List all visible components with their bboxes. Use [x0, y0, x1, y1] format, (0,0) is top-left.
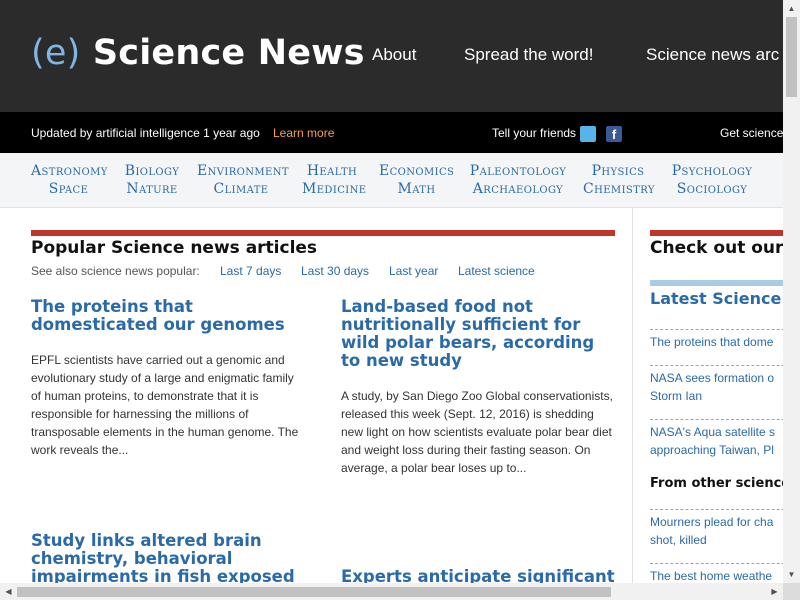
category-bottom: Chemistry	[583, 181, 655, 197]
see-also-last-30-days[interactable]: Last 30 days	[301, 264, 369, 278]
category-biology-nature[interactable]: Biology Nature	[122, 162, 182, 198]
horizontal-scroll-thumb[interactable]	[17, 587, 611, 597]
article-title[interactable]: Study links altered brain chemistry, beh…	[31, 532, 311, 584]
category-bottom: Nature	[126, 181, 178, 197]
twitter-icon[interactable]	[580, 126, 596, 142]
category-bottom: Space	[48, 181, 89, 197]
category-physics-chemistry[interactable]: Physics Chemistry	[583, 162, 655, 198]
nav-science-news-archive[interactable]: Science news arc	[646, 45, 779, 65]
scrollbar-corner	[783, 583, 800, 600]
sidebar-link[interactable]: NASA's Aqua satellite s approaching Taiw…	[650, 419, 783, 459]
page-viewport: (e) Science News About Spread the word! …	[0, 0, 783, 583]
category-bottom: Medicine	[302, 181, 367, 197]
see-also-last-year[interactable]: Last year	[389, 264, 438, 278]
category-bottom: Climate	[213, 181, 269, 197]
category-health-medicine[interactable]: Health Medicine	[302, 162, 367, 198]
sidebar-title: Check out our ne	[650, 238, 783, 258]
sidebar-blue-bar	[650, 280, 783, 286]
category-bottom: Math	[397, 181, 436, 197]
category-top: Environment	[197, 163, 289, 179]
facebook-icon[interactable]: f	[606, 126, 622, 142]
popular-articles-title: Popular Science news articles	[31, 238, 318, 258]
category-top: Physics	[591, 163, 645, 179]
sidebar-link[interactable]: The proteins that dome	[650, 329, 783, 351]
category-economics-math[interactable]: Economics Math	[379, 162, 454, 198]
scroll-left-icon[interactable]: ◀	[0, 583, 17, 600]
article-title[interactable]: The proteins that domesticated our genom…	[31, 298, 311, 334]
scroll-right-icon[interactable]: ▶	[766, 583, 783, 600]
nav-spread-the-word[interactable]: Spread the word!	[464, 45, 593, 65]
category-top: Paleontology	[469, 163, 567, 179]
article-excerpt: EPFL scientists have carried out a genom…	[31, 353, 299, 457]
learn-more-link[interactable]: Learn more	[273, 126, 334, 140]
category-paleontology-archaeology[interactable]: Paleontology Archaeology	[468, 162, 568, 198]
sidebar-link[interactable]: The best home weathe	[650, 563, 783, 583]
category-top: Health	[306, 163, 358, 179]
article-title[interactable]: Land-based food not nutritionally suffic…	[341, 298, 616, 370]
main-section-bar	[31, 230, 615, 236]
article-title[interactable]: Experts anticipate significant	[341, 568, 616, 584]
see-also-label: See also science news popular:	[31, 264, 200, 278]
latest-science-heading[interactable]: Latest Science N	[650, 289, 783, 308]
see-also-last-7-days[interactable]: Last 7 days	[220, 264, 281, 278]
other-science-heading: From other science	[650, 476, 783, 491]
scroll-down-icon[interactable]: ▼	[783, 566, 800, 583]
site-header: (e) Science News About Spread the word! …	[0, 0, 783, 112]
column-divider	[632, 208, 633, 583]
category-astronomy-space[interactable]: Astronomy Space	[31, 162, 108, 198]
category-bottom: Sociology	[676, 181, 748, 197]
category-top: Psychology	[671, 163, 753, 179]
tell-friends-text: Tell your friends	[492, 126, 577, 140]
updated-text: Updated by artificial intelligence 1 yea…	[31, 126, 260, 140]
category-bottom: Archaeology	[472, 181, 564, 197]
top-navigation: About Spread the word! Science news arc	[0, 45, 783, 69]
horizontal-scrollbar[interactable]: ◀ ▶	[0, 583, 783, 600]
vertical-scrollbar[interactable]: ▲ ▼	[783, 0, 800, 583]
sidebar-section-bar	[650, 230, 783, 236]
nav-about[interactable]: About	[372, 45, 416, 65]
see-also-latest-science[interactable]: Latest science	[458, 264, 535, 278]
sidebar-link[interactable]: Mourners plead for cha shot, killed	[650, 509, 783, 549]
get-science-link[interactable]: Get science	[720, 126, 783, 140]
category-top: Economics	[379, 163, 455, 179]
category-environment-climate[interactable]: Environment Climate	[197, 162, 289, 198]
category-psychology-sociology[interactable]: Psychology Sociology	[670, 162, 754, 198]
vertical-scroll-thumb[interactable]	[786, 17, 797, 97]
info-strip: Updated by artificial intelligence 1 yea…	[0, 112, 783, 153]
sidebar-link[interactable]: NASA sees formation o Storm Ian	[650, 365, 783, 405]
scroll-up-icon[interactable]: ▲	[783, 0, 800, 17]
category-top: Astronomy	[31, 163, 108, 179]
category-top: Biology	[124, 163, 180, 179]
article-excerpt: A study, by San Diego Zoo Global conserv…	[341, 389, 613, 475]
category-nav: Astronomy Space Biology Nature Environme…	[0, 153, 783, 208]
